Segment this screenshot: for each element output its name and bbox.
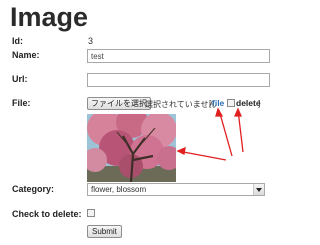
url-input[interactable] (87, 73, 270, 87)
close-bracket: ] (258, 98, 261, 108)
id-label: Id: (12, 36, 23, 46)
arrow-to-file-link (218, 109, 233, 157)
category-selected-value: flower, blossom (91, 185, 147, 194)
category-label: Category: (12, 184, 55, 194)
check-delete-checkbox[interactable] (87, 209, 95, 217)
choose-file-button[interactable]: ファイルを選択 (87, 97, 151, 110)
arrow-head-image (176, 146, 186, 155)
name-input[interactable]: test (87, 49, 270, 63)
delete-file-checkbox[interactable] (227, 99, 235, 107)
check-delete-label: Check to delete: (12, 209, 82, 219)
file-status-text: 選択されていません (145, 100, 217, 109)
arrow-to-image (177, 150, 227, 161)
file-link[interactable]: file (212, 98, 224, 108)
page-title: Image (10, 2, 89, 32)
category-select[interactable]: flower, blossom (87, 183, 265, 196)
image-preview (87, 114, 176, 182)
arrow-to-delete (237, 109, 244, 153)
file-label: File: (12, 98, 31, 108)
delete-text: delete (236, 98, 261, 108)
url-label: Url: (12, 74, 28, 84)
arrow-head-file-link (215, 107, 224, 117)
name-label: Name: (12, 50, 40, 60)
id-value: 3 (88, 36, 94, 46)
chevron-down-icon[interactable] (253, 184, 264, 195)
submit-button[interactable]: Submit (87, 225, 122, 238)
arrow-head-delete (234, 107, 242, 117)
